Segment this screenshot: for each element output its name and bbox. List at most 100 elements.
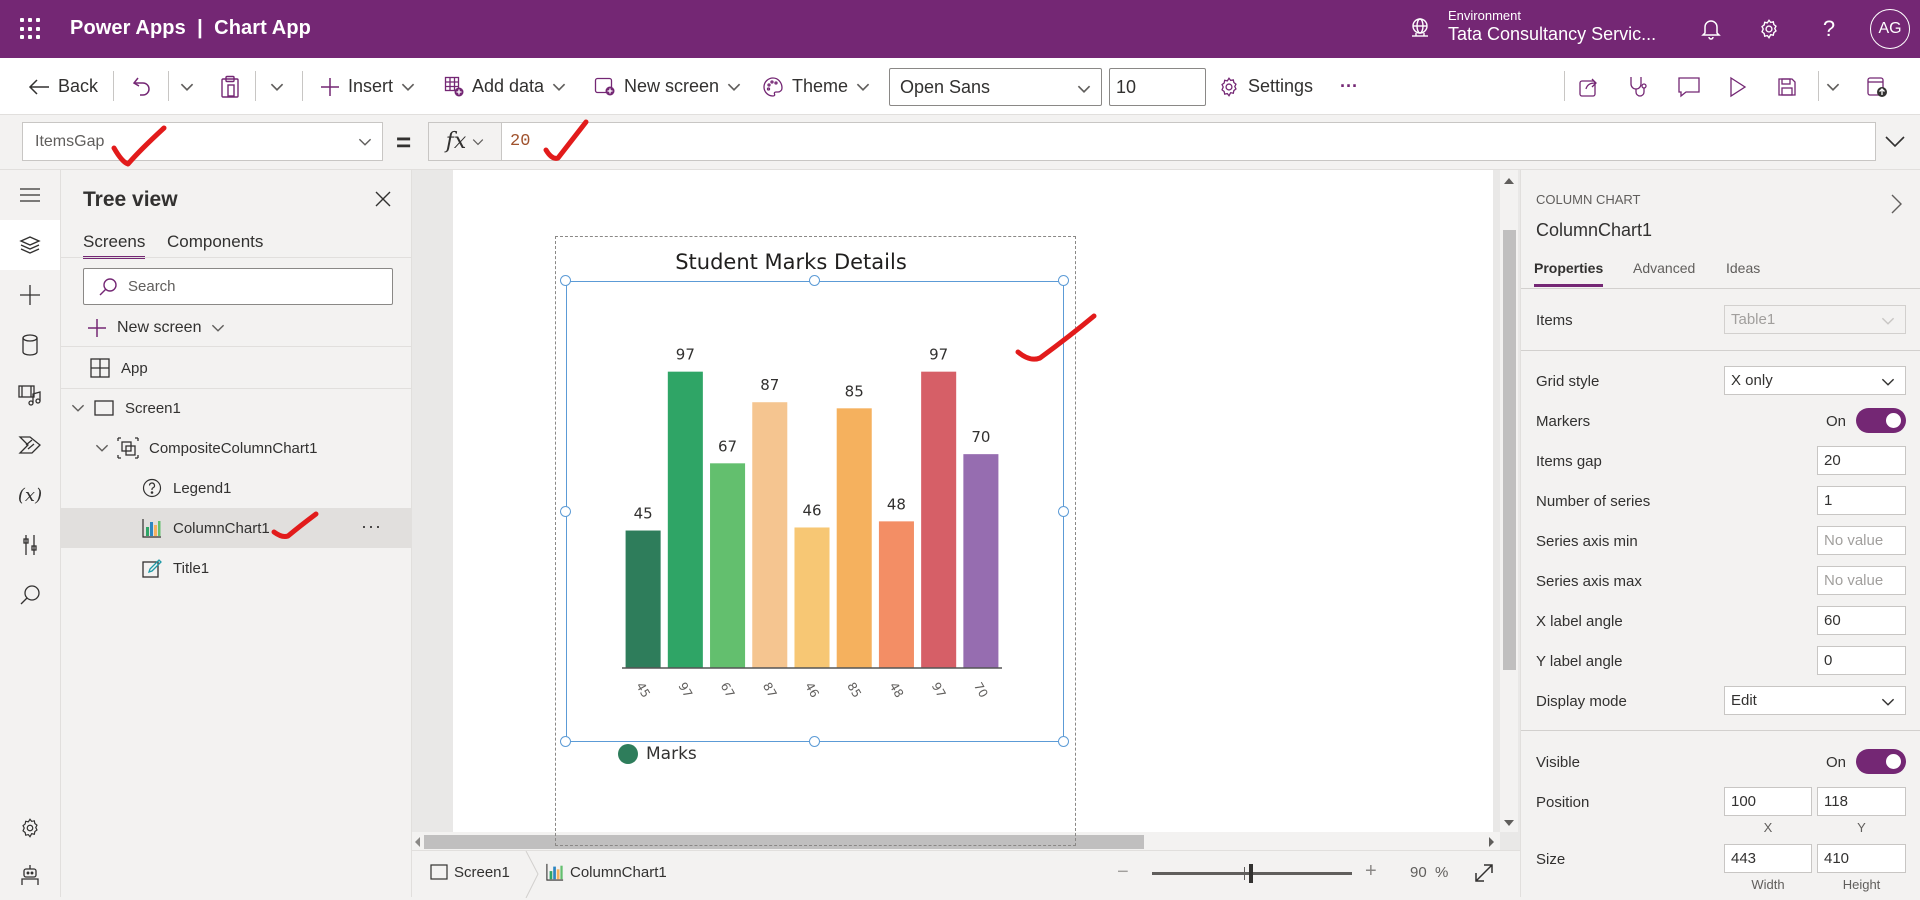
settings-gear-icon[interactable] bbox=[0, 803, 60, 853]
resize-handle-top-left[interactable] bbox=[560, 275, 571, 286]
new-screen-button[interactable]: New screen bbox=[594, 58, 741, 115]
bar-3[interactable] bbox=[752, 402, 788, 668]
tab-components[interactable]: Components bbox=[167, 232, 263, 256]
variables-icon[interactable]: (x) bbox=[0, 470, 60, 520]
breadcrumb-screen1[interactable]: Screen1 bbox=[430, 863, 510, 881]
environment-picker[interactable]: Tata Consultancy Servic... bbox=[1448, 24, 1656, 45]
bar-5[interactable] bbox=[836, 408, 872, 668]
fit-to-window-icon[interactable] bbox=[1472, 861, 1496, 885]
zoom-in-button[interactable]: + bbox=[1365, 860, 1377, 883]
close-icon[interactable] bbox=[372, 188, 394, 210]
zoom-out-button[interactable]: − bbox=[1117, 861, 1129, 884]
x-label-angle-input[interactable]: 60 bbox=[1817, 606, 1906, 635]
publish-button[interactable] bbox=[1866, 58, 1888, 115]
chevron-down-icon[interactable] bbox=[95, 441, 109, 455]
series-axis-min-input[interactable]: No value bbox=[1817, 526, 1906, 555]
expand-formula-chevron-icon[interactable] bbox=[1880, 129, 1910, 153]
fx-button[interactable]: fx bbox=[428, 122, 502, 161]
bar-2[interactable] bbox=[710, 463, 746, 668]
chevron-down-icon[interactable] bbox=[71, 401, 85, 415]
new-screen-button[interactable]: New screen bbox=[87, 313, 225, 343]
hamburger-menu-icon[interactable] bbox=[0, 170, 60, 220]
resize-handle-bottom-right[interactable] bbox=[1058, 736, 1069, 747]
theme-button[interactable]: Theme bbox=[762, 58, 870, 115]
insert-plus-icon[interactable] bbox=[0, 270, 60, 320]
share-button[interactable] bbox=[1578, 58, 1600, 115]
grid-style-select[interactable]: X only bbox=[1724, 366, 1906, 395]
tab-screens[interactable]: Screens bbox=[83, 232, 146, 259]
chart-legend[interactable]: Marks bbox=[618, 744, 697, 764]
more-options-icon[interactable]: ··· bbox=[361, 516, 382, 537]
virtual-agent-bot-icon[interactable] bbox=[0, 850, 60, 900]
settings-gear-icon[interactable] bbox=[1754, 14, 1784, 44]
tree-search-input[interactable]: Search bbox=[83, 268, 393, 305]
more-commands-button[interactable]: ··· bbox=[1340, 58, 1358, 115]
resize-handle-bottom-left[interactable] bbox=[560, 736, 571, 747]
bar-0[interactable] bbox=[625, 530, 661, 668]
resize-handle-top[interactable] bbox=[809, 275, 820, 286]
tree-item-screen1[interactable]: Screen1 bbox=[61, 388, 412, 428]
tree-item-legend1[interactable]: Legend1 bbox=[61, 468, 412, 508]
visible-toggle[interactable] bbox=[1856, 749, 1906, 774]
bar-4[interactable] bbox=[794, 527, 830, 668]
zoom-slider-thumb[interactable] bbox=[1249, 864, 1253, 883]
size-height-input[interactable]: 410 bbox=[1817, 844, 1906, 873]
add-data-button[interactable]: Add data bbox=[444, 58, 566, 115]
insert-button[interactable]: Insert bbox=[320, 58, 415, 115]
formula-input[interactable]: 20 bbox=[502, 122, 1876, 161]
bar-6[interactable] bbox=[878, 521, 914, 668]
media-icon[interactable] bbox=[0, 370, 60, 420]
tree-item-columnchart1[interactable]: ColumnChart1 ··· bbox=[61, 508, 412, 548]
position-x-input[interactable]: 100 bbox=[1724, 787, 1812, 816]
tab-ideas[interactable]: Ideas bbox=[1726, 260, 1760, 284]
display-mode-select[interactable]: Edit bbox=[1724, 686, 1906, 715]
paste-dropdown-button[interactable] bbox=[270, 58, 284, 115]
preview-play-button[interactable] bbox=[1729, 58, 1747, 115]
data-cylinder-icon[interactable] bbox=[0, 320, 60, 370]
chevron-right-icon[interactable] bbox=[1886, 192, 1906, 216]
undo-button[interactable] bbox=[132, 58, 152, 115]
font-family-select[interactable]: Open Sans bbox=[889, 68, 1102, 106]
resize-handle-left[interactable] bbox=[560, 506, 571, 517]
tab-advanced[interactable]: Advanced bbox=[1633, 260, 1695, 284]
zoom-slider[interactable] bbox=[1152, 864, 1352, 883]
control-name[interactable]: ColumnChart1 bbox=[1536, 220, 1652, 241]
comments-button[interactable] bbox=[1677, 58, 1701, 115]
user-avatar[interactable]: AG bbox=[1870, 9, 1910, 49]
bar-7[interactable] bbox=[921, 371, 957, 668]
undo-dropdown-button[interactable] bbox=[180, 58, 194, 115]
tree-view-layers-icon[interactable] bbox=[0, 220, 60, 270]
save-button[interactable] bbox=[1777, 58, 1797, 115]
items-gap-input[interactable]: 20 bbox=[1817, 446, 1906, 475]
search-icon[interactable] bbox=[0, 570, 60, 620]
tree-item-title1[interactable]: Title1 bbox=[61, 548, 412, 588]
resize-handle-right[interactable] bbox=[1058, 506, 1069, 517]
settings-button[interactable]: Settings bbox=[1218, 58, 1313, 115]
font-size-input[interactable]: 10 bbox=[1109, 68, 1206, 106]
save-dropdown-button[interactable] bbox=[1826, 58, 1840, 115]
help-icon[interactable]: ? bbox=[1814, 14, 1844, 44]
y-label-angle-input[interactable]: 0 bbox=[1817, 646, 1906, 675]
notifications-icon[interactable] bbox=[1696, 14, 1726, 44]
markers-toggle[interactable] bbox=[1856, 408, 1906, 433]
advanced-tools-icon[interactable] bbox=[0, 520, 60, 570]
paste-button[interactable] bbox=[220, 58, 240, 115]
resize-handle-top-right[interactable] bbox=[1058, 275, 1069, 286]
vertical-scrollbar[interactable] bbox=[1500, 170, 1518, 832]
size-width-input[interactable]: 443 bbox=[1724, 844, 1812, 873]
series-axis-max-input[interactable]: No value bbox=[1817, 566, 1906, 595]
back-button[interactable]: Back bbox=[28, 58, 98, 115]
breadcrumb-columnchart1[interactable]: ColumnChart1 bbox=[546, 863, 667, 881]
resize-handle-bottom[interactable] bbox=[809, 736, 820, 747]
tree-item-app[interactable]: App bbox=[61, 348, 412, 388]
property-select[interactable]: ItemsGap bbox=[22, 122, 383, 161]
power-automate-icon[interactable] bbox=[0, 420, 60, 470]
number-of-series-input[interactable]: 1 bbox=[1817, 486, 1906, 515]
app-checker-button[interactable] bbox=[1628, 58, 1650, 115]
chart-title[interactable]: Student Marks Details bbox=[555, 250, 1027, 274]
tab-properties[interactable]: Properties bbox=[1534, 260, 1604, 287]
bar-8[interactable] bbox=[963, 454, 999, 668]
app-launcher-icon[interactable] bbox=[20, 18, 42, 40]
bar-1[interactable] bbox=[667, 371, 703, 668]
tree-item-compositecolumnchart1[interactable]: CompositeColumnChart1 bbox=[61, 428, 412, 468]
